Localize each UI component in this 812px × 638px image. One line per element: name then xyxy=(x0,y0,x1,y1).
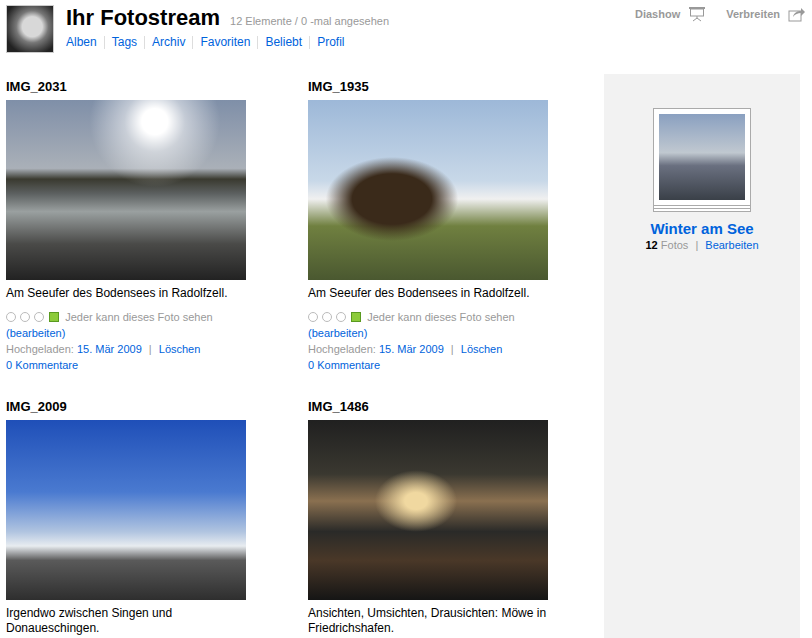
nav: AlbenTagsArchivFavoritenBeliebtProfil xyxy=(66,36,635,49)
photo-card: IMG_2009 Irgendwo zwischen Singen und Do… xyxy=(6,399,246,636)
stats: 12 Elemente / 0 -mal angesehen xyxy=(230,15,389,27)
photo-card: IMG_2031 Am Seeufer des Bodensees in Rad… xyxy=(6,79,246,373)
photo[interactable] xyxy=(6,100,246,280)
privacy-line: Jeder kann dieses Foto sehen (bearbeiten… xyxy=(308,309,548,341)
comments-link[interactable]: 0 Kommentare xyxy=(308,359,380,371)
upload-line: Hochgeladen: 15. Mär 2009 | Löschen xyxy=(308,341,548,357)
nav-link[interactable]: Favoriten xyxy=(192,36,257,49)
photo-caption: Am Seeufer des Bodensees in Radolfzell. xyxy=(308,286,548,301)
set: Winter am See 12 Fotos | Bearbeiten xyxy=(604,74,800,251)
upload-line: Hochgeladen: 15. Mär 2009 | Löschen xyxy=(6,341,246,357)
photo-title[interactable]: IMG_1486 xyxy=(308,399,548,414)
license-icon xyxy=(20,312,30,322)
photostream-page: Ihr Fotostream 12 Elemente / 0 -mal ange… xyxy=(0,0,812,638)
license-icon xyxy=(34,312,44,322)
page-title: Ihr Fotostream xyxy=(66,5,220,31)
photo-card: IMG_1935 Am Seeufer des Bodensees in Rad… xyxy=(308,79,548,373)
photo[interactable] xyxy=(6,420,246,600)
photo-title[interactable]: IMG_2031 xyxy=(6,79,246,94)
license-icon xyxy=(336,312,346,322)
photo-title[interactable]: IMG_2009 xyxy=(6,399,246,414)
avatar[interactable] xyxy=(6,5,54,53)
share-icon xyxy=(788,6,806,22)
privacy-line: Jeder kann dieses Foto sehen (bearbeiten… xyxy=(6,309,246,341)
comments-link[interactable]: 0 Kommentare xyxy=(6,359,78,371)
header-action[interactable]: Diashow xyxy=(635,6,706,22)
public-icon xyxy=(351,312,361,322)
header: Ihr Fotostream 12 Elemente / 0 -mal ange… xyxy=(0,0,812,69)
license-icon xyxy=(6,312,16,322)
set-edit-link[interactable]: Bearbeiten xyxy=(705,239,758,251)
photo[interactable] xyxy=(308,100,548,280)
nav-link[interactable]: Profil xyxy=(309,36,351,49)
set-title[interactable]: Winter am See xyxy=(650,220,753,237)
set-thumbnail[interactable] xyxy=(653,108,751,206)
sidebar: Winter am See 12 Fotos | Bearbeiten xyxy=(604,74,800,638)
photo[interactable] xyxy=(308,420,548,600)
nav-link[interactable]: Archiv xyxy=(144,36,192,49)
delete-link[interactable]: Löschen xyxy=(461,343,503,355)
photo-caption: Irgendwo zwischen Singen und Donaueschin… xyxy=(6,606,246,636)
nav-link[interactable]: Beliebt xyxy=(257,36,309,49)
nav-link[interactable]: Tags xyxy=(104,36,144,49)
upload-date[interactable]: 15. Mär 2009 xyxy=(77,343,142,355)
photo-title[interactable]: IMG_1935 xyxy=(308,79,548,94)
delete-link[interactable]: Löschen xyxy=(159,343,201,355)
nav-link[interactable]: Alben xyxy=(66,36,104,49)
header-action[interactable]: Verbreiten xyxy=(726,6,806,22)
license-icon xyxy=(308,312,318,322)
photo-card: IMG_1486 Ansichten, Umsichten, Drausicht… xyxy=(308,399,548,636)
upload-date[interactable]: 15. Mär 2009 xyxy=(379,343,444,355)
photo-grid: IMG_2031 Am Seeufer des Bodensees in Rad… xyxy=(0,69,604,638)
public-icon xyxy=(49,312,59,322)
edit-link[interactable]: (bearbeiten) xyxy=(6,327,65,339)
license-icon xyxy=(322,312,332,322)
photo-caption: Am Seeufer des Bodensees in Radolfzell. xyxy=(6,286,246,301)
photo-caption: Ansichten, Umsichten, Drausichten: Möwe … xyxy=(308,606,548,636)
edit-link[interactable]: (bearbeiten) xyxy=(308,327,367,339)
slideshow-icon xyxy=(688,6,706,22)
